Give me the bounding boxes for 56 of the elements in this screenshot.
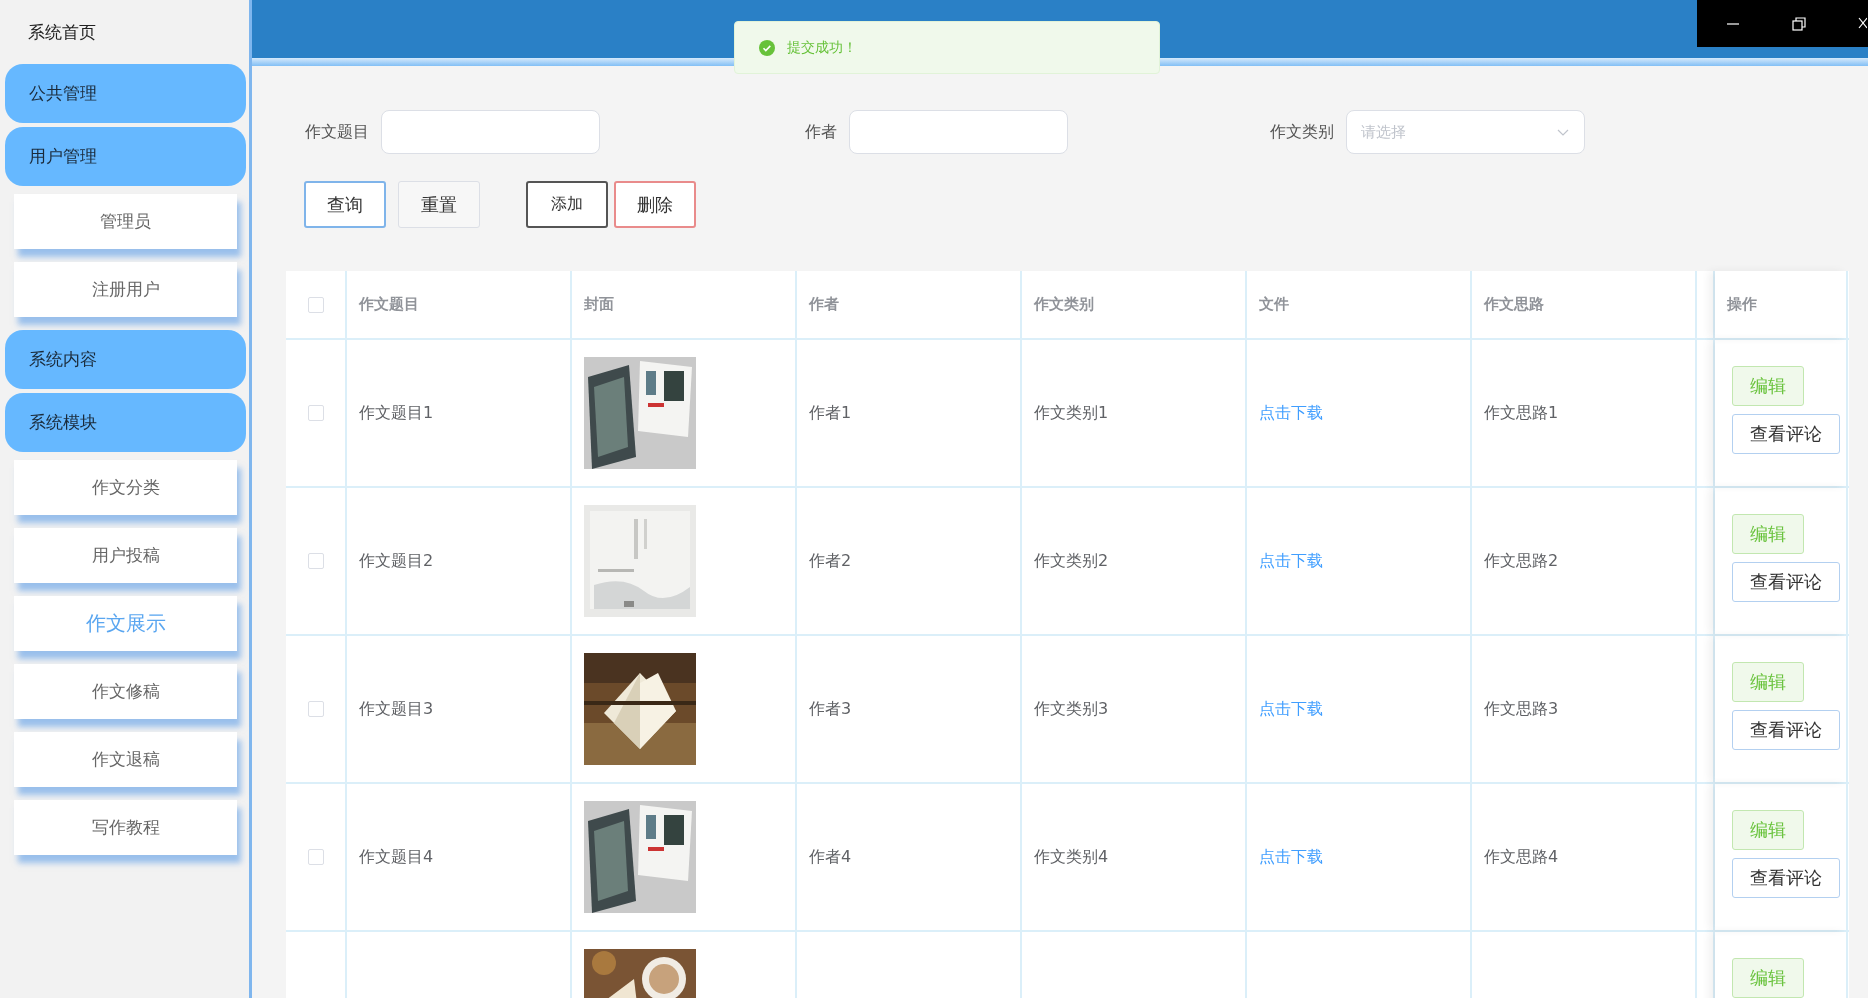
menu-item[interactable]: 作文修稿 bbox=[14, 664, 237, 719]
restore-icon[interactable] bbox=[1791, 15, 1807, 32]
table-cell: 作者2 bbox=[809, 550, 852, 572]
view-comments-button[interactable]: 查看评论 bbox=[1732, 414, 1840, 454]
menu-group[interactable]: 公共管理 bbox=[5, 64, 246, 123]
field-label: 作文类别 bbox=[1270, 121, 1334, 143]
check-circle-icon bbox=[759, 39, 775, 56]
checkbox[interactable] bbox=[307, 296, 324, 313]
table-cell: 作文类别1 bbox=[1034, 402, 1109, 424]
column-header: 操作 bbox=[1727, 295, 1757, 314]
table-cell: 作文思路4 bbox=[1484, 846, 1559, 868]
column-header: 作文思路 bbox=[1484, 295, 1544, 314]
menu-group[interactable]: 系统模块 bbox=[5, 393, 246, 452]
column-header: 作文题目 bbox=[359, 295, 419, 314]
checkbox[interactable] bbox=[307, 701, 324, 717]
menu-item[interactable]: 管理员 bbox=[14, 194, 237, 249]
table-cell: 作者4 bbox=[809, 846, 852, 868]
view-comments-button[interactable]: 查看评论 bbox=[1732, 562, 1840, 602]
sidebar-item[interactable]: 系统首页 bbox=[0, 6, 249, 58]
menu-item[interactable]: 用户投稿 bbox=[14, 528, 237, 583]
table-cell: 作文题目4 bbox=[359, 846, 434, 868]
table-cell: 作文类别2 bbox=[1034, 550, 1109, 572]
input-field[interactable] bbox=[381, 110, 600, 154]
view-comments-button[interactable]: 查看评论 bbox=[1732, 710, 1840, 750]
table-cell: 作文类别3 bbox=[1034, 698, 1109, 720]
checkbox[interactable] bbox=[307, 553, 324, 569]
reset-button[interactable]: 重置 bbox=[398, 181, 480, 228]
table-cell: 作文思路1 bbox=[1484, 402, 1559, 424]
table-cell: 作文思路3 bbox=[1484, 698, 1559, 720]
column-header: 封面 bbox=[584, 295, 614, 314]
menu-item[interactable]: 作文分类 bbox=[14, 460, 237, 515]
column-header: 作文类别 bbox=[1034, 295, 1094, 314]
menu-item[interactable]: 注册用户 bbox=[14, 262, 237, 317]
add-button[interactable]: 添加 bbox=[526, 181, 608, 228]
field-label: 作文题目 bbox=[305, 121, 369, 143]
table-cell: 作文题目1 bbox=[359, 402, 434, 424]
menu-group[interactable]: 用户管理 bbox=[5, 127, 246, 186]
menu-item[interactable]: 作文退稿 bbox=[14, 732, 237, 787]
menu-group[interactable]: 系统内容 bbox=[5, 330, 246, 389]
input-field[interactable] bbox=[849, 110, 1068, 154]
delete-button[interactable]: 删除 bbox=[614, 181, 696, 228]
column-header: 作者 bbox=[809, 295, 839, 314]
toast-message: 提交成功！ bbox=[787, 38, 857, 57]
menu-item[interactable]: 写作教程 bbox=[14, 800, 237, 855]
table-cell: 作者1 bbox=[809, 402, 852, 424]
field-label: 作者 bbox=[805, 121, 837, 143]
checkbox[interactable] bbox=[307, 849, 324, 865]
table-cell: 作文思路2 bbox=[1484, 550, 1559, 572]
table-cell: 作文题目3 bbox=[359, 698, 434, 720]
view-comments-button[interactable]: 查看评论 bbox=[1732, 858, 1840, 898]
table-cell: 作文类别4 bbox=[1034, 846, 1109, 868]
column-header: 文件 bbox=[1259, 295, 1289, 314]
checkbox[interactable] bbox=[307, 405, 324, 421]
query-button[interactable]: 查询 bbox=[304, 181, 386, 228]
table-cell: 作者3 bbox=[809, 698, 852, 720]
table-cell: 作文题目2 bbox=[359, 550, 434, 572]
